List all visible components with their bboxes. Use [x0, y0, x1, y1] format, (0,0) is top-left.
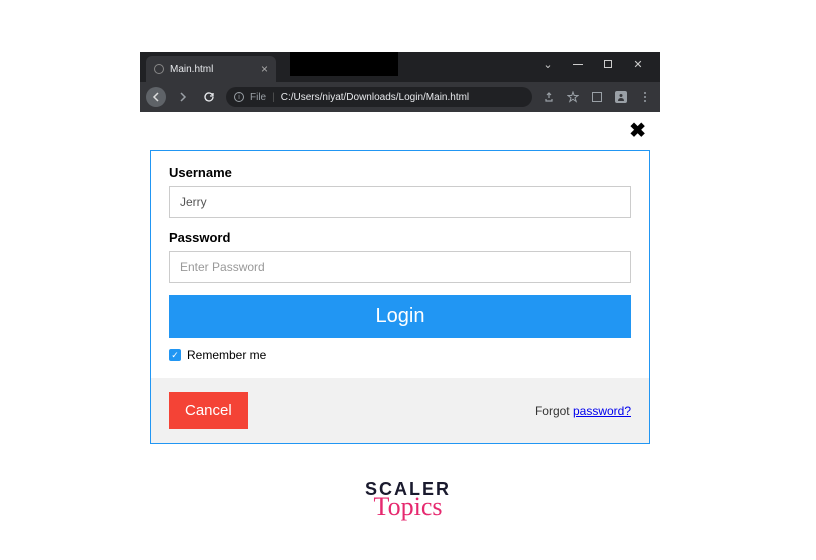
forgot-prefix: Forgot	[535, 404, 573, 418]
page-content: ✖ Username Jerry Password Enter Password…	[140, 112, 660, 454]
redacted-block	[290, 52, 398, 76]
username-label: Username	[169, 165, 631, 180]
close-icon[interactable]: ✖	[629, 118, 646, 143]
cancel-button[interactable]: Cancel	[169, 392, 248, 429]
extensions-icon[interactable]	[590, 90, 604, 104]
maximize-button[interactable]	[600, 60, 616, 68]
login-form: Username Jerry Password Enter Password L…	[150, 150, 650, 444]
globe-icon	[154, 64, 164, 74]
scaler-topics: Topics	[365, 494, 451, 520]
browser-toolbar: i File | C:/Users/niyat/Downloads/Login/…	[140, 82, 660, 112]
back-button[interactable]	[146, 87, 166, 107]
scaler-logo: SCALER Topics	[365, 480, 451, 520]
login-button[interactable]: Login	[169, 295, 631, 338]
address-bar[interactable]: i File | C:/Users/niyat/Downloads/Login/…	[226, 87, 532, 107]
tab-title: Main.html	[170, 64, 255, 75]
address-separator: |	[272, 92, 275, 103]
chevron-down-icon[interactable]: ⌄	[540, 58, 556, 71]
share-icon[interactable]	[542, 90, 556, 104]
address-file-label: File	[250, 92, 266, 103]
forgot-text: Forgot password?	[535, 404, 631, 418]
kebab-menu-icon[interactable]	[638, 90, 652, 104]
address-path: C:/Users/niyat/Downloads/Login/Main.html	[281, 92, 469, 103]
tab-strip: Main.html ×	[140, 52, 276, 82]
close-tab-icon[interactable]: ×	[261, 62, 268, 76]
profile-icon[interactable]	[614, 90, 628, 104]
forgot-password-link[interactable]: password?	[573, 404, 631, 418]
star-icon[interactable]	[566, 90, 580, 104]
window-titlebar: Main.html × ⌄ ✕	[140, 52, 660, 82]
remember-checkbox[interactable]: ✓	[169, 349, 181, 361]
password-label: Password	[169, 230, 631, 245]
window-controls: ⌄ ✕	[540, 52, 660, 76]
password-input[interactable]: Enter Password	[169, 251, 631, 283]
toolbar-right	[540, 90, 654, 104]
form-footer: Cancel Forgot password?	[151, 378, 649, 443]
close-window-button[interactable]: ✕	[630, 58, 646, 71]
browser-window: Main.html × ⌄ ✕ i File | C:/Users/niyat/…	[140, 52, 660, 454]
form-body: Username Jerry Password Enter Password L…	[151, 151, 649, 378]
username-input[interactable]: Jerry	[169, 186, 631, 218]
remember-label: Remember me	[187, 348, 266, 362]
remember-row: ✓ Remember me	[169, 348, 631, 370]
forward-button[interactable]	[174, 88, 192, 106]
reload-button[interactable]	[200, 88, 218, 106]
info-icon[interactable]: i	[234, 92, 244, 102]
minimize-button[interactable]	[570, 64, 586, 65]
browser-tab[interactable]: Main.html ×	[146, 56, 276, 82]
